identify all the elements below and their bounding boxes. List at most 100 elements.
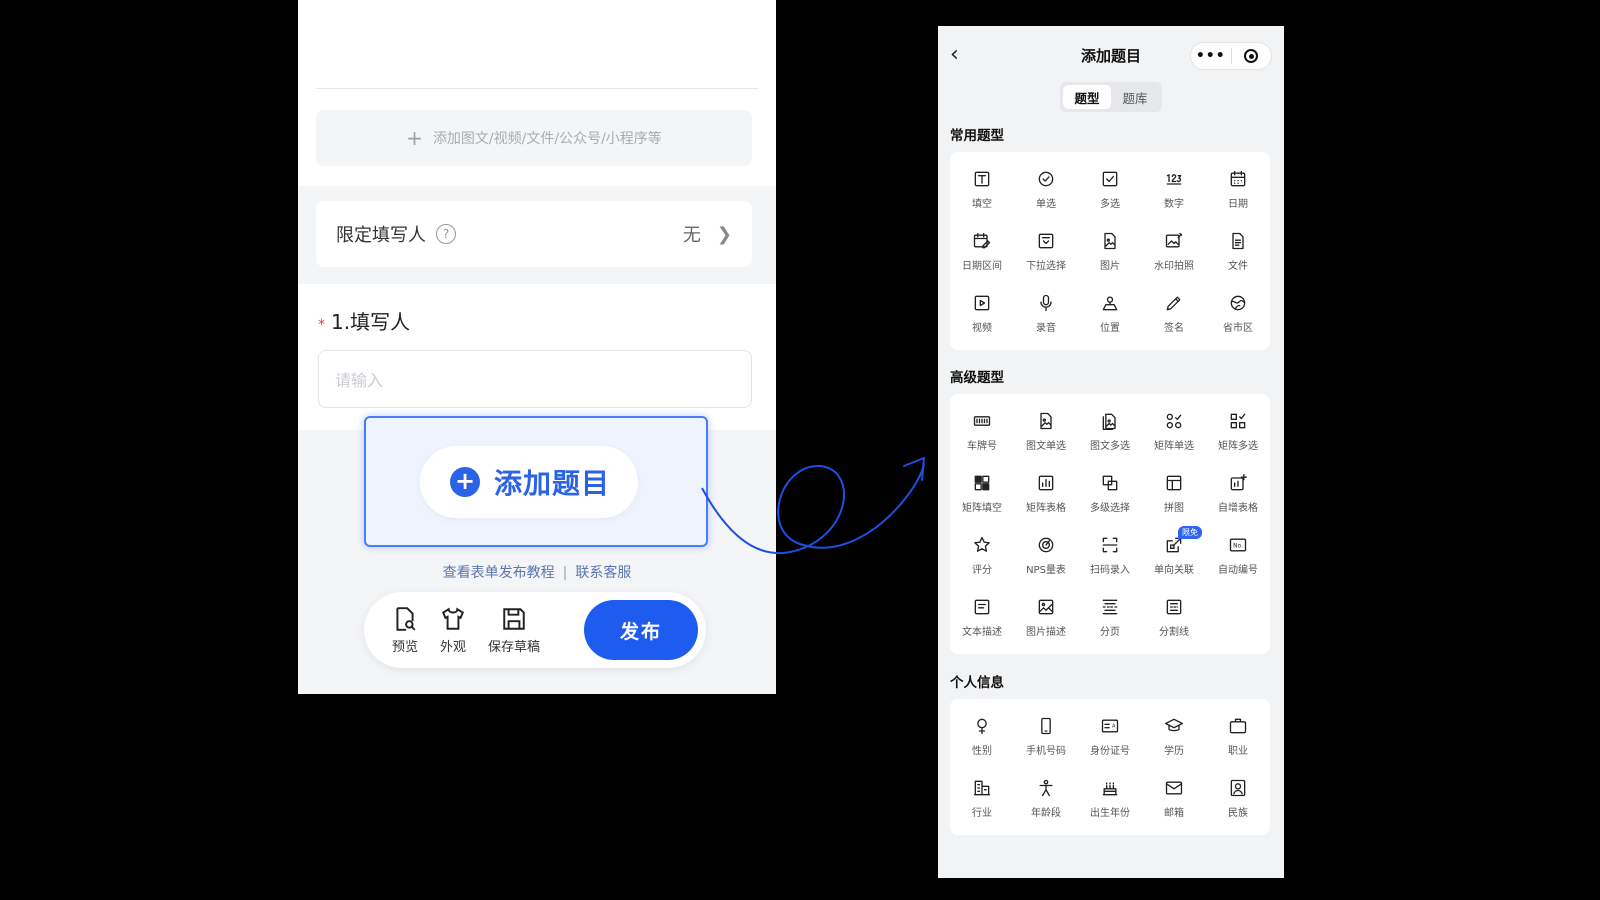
question-type-radio-check[interactable]: 单选 [1014, 158, 1078, 220]
question-type-label: NPS量表 [1026, 564, 1066, 576]
video-icon [974, 295, 990, 310]
divider-icon [1166, 599, 1182, 614]
add-attachment-button[interactable]: + 添加图文/视频/文件/公众号/小程序等 [316, 110, 752, 166]
question-type-cascade[interactable]: 多级选择 [1078, 462, 1142, 524]
question-type-mail[interactable]: 邮箱 [1142, 767, 1206, 829]
question-type-image-file[interactable]: 图片 [1078, 220, 1142, 282]
question-type-number[interactable]: 数字 [1142, 158, 1206, 220]
question-type-microphone[interactable]: 录音 [1014, 282, 1078, 344]
question-type-matrix-multi[interactable]: 矩阵多选 [1206, 400, 1270, 462]
gauge-icon [1038, 537, 1054, 552]
common-types-grid: 填空 单选 多选 数字 日期日期区间 下拉选择 图片 水印拍照 文件视频 录音 位置 签名 省市区 [950, 152, 1270, 350]
question-type-label: 拼图 [1164, 502, 1184, 514]
section-title-personal: 个人信息 [950, 675, 1004, 691]
add-question-button[interactable]: + 添加题目 [420, 446, 638, 518]
question-type-label: 分割线 [1159, 626, 1189, 638]
radio-check-icon [1038, 171, 1054, 186]
question-type-label: 性别 [972, 745, 992, 757]
question-type-link-out[interactable]: 单向关联 限免 [1142, 524, 1206, 586]
question-type-matrix-fill[interactable]: 矩阵填空 [950, 462, 1014, 524]
close-target-icon[interactable] [1231, 49, 1271, 63]
phone-icon [1041, 717, 1051, 734]
question-type-cake[interactable]: 出生年份 [1078, 767, 1142, 829]
contact-support-link[interactable]: 联系客服 [575, 565, 631, 581]
question-type-dropdown[interactable]: 下拉选择 [1014, 220, 1078, 282]
question-type-star[interactable]: 评分 [950, 524, 1014, 586]
publish-button[interactable]: 发布 [584, 600, 698, 660]
globe-icon [1230, 295, 1246, 310]
question-type-label: 水印拍照 [1154, 260, 1194, 272]
question-type-globe[interactable]: 省市区 [1206, 282, 1270, 344]
question-type-person[interactable]: 年龄段 [1014, 767, 1078, 829]
question-type-calendar[interactable]: 日期 [1206, 158, 1270, 220]
question-type-divider[interactable]: 分割线 [1142, 586, 1206, 648]
question-type-label: 图文多选 [1090, 440, 1130, 452]
tab-question-types[interactable]: 题型 [1063, 85, 1111, 109]
question-type-gauge[interactable]: NPS量表 [1014, 524, 1078, 586]
question-type-number-no[interactable]: No. 自动编号 [1206, 524, 1270, 586]
question-type-gender[interactable]: 性别 [950, 705, 1014, 767]
question-type-label: 自动编号 [1218, 564, 1258, 576]
matrix-single-icon [1166, 413, 1182, 428]
question-type-license-plate[interactable]: 车牌号 [950, 400, 1014, 462]
tab-question-bank[interactable]: 题库 [1111, 85, 1159, 109]
appearance-button[interactable]: 外观 [440, 606, 466, 655]
question-type-label: 邮箱 [1164, 807, 1184, 819]
question-type-portrait[interactable]: 民族 [1206, 767, 1270, 829]
date-range-icon [973, 232, 991, 248]
question-type-location[interactable]: 位置 [1078, 282, 1142, 344]
personal-info-grid: 性别 手机号码 A 身份证号 学历 职业行业 年龄段 出生年份 邮箱 民族 [950, 699, 1270, 835]
question-type-label: 矩阵填空 [962, 502, 1002, 514]
question-type-image-text-single[interactable]: 图文单选 [1014, 400, 1078, 462]
respondent-input[interactable]: 请输入 [318, 350, 752, 408]
question-type-label: 多级选择 [1090, 502, 1130, 514]
preview-button[interactable]: 预览 [392, 606, 418, 655]
question-type-scan[interactable]: 扫码录入 [1078, 524, 1142, 586]
question-type-date-range[interactable]: 日期区间 [950, 220, 1014, 282]
question-type-auto-table[interactable]: 自增表格 [1206, 462, 1270, 524]
cascade-icon [1102, 475, 1118, 490]
save-draft-label: 保存草稿 [488, 639, 541, 655]
save-draft-button[interactable]: 保存草稿 [488, 606, 540, 655]
number-icon [1166, 173, 1182, 185]
nav-bar: ‹ 添加题目 ••• [938, 26, 1284, 84]
question-type-text-box[interactable]: 填空 [950, 158, 1014, 220]
image-text-multi-icon [1102, 413, 1116, 430]
question-type-file[interactable]: 文件 [1206, 220, 1270, 282]
question-type-briefcase[interactable]: 职业 [1206, 705, 1270, 767]
image-file-icon [1104, 232, 1116, 249]
question-type-matrix-table[interactable]: 矩阵表格 [1014, 462, 1078, 524]
tutorial-link[interactable]: 查看表单发布教程 [443, 565, 555, 581]
add-question-label: 添加题目 [494, 467, 611, 500]
image-text-single-icon [1040, 412, 1052, 429]
microphone-icon [1040, 294, 1052, 311]
question-type-phone[interactable]: 手机号码 [1014, 705, 1078, 767]
file-icon [1232, 232, 1244, 249]
question-title-text: 1.填写人 [331, 310, 411, 334]
question-type-label: 矩阵表格 [1026, 502, 1066, 514]
question-type-id-card[interactable]: A 身份证号 [1078, 705, 1142, 767]
question-type-pen[interactable]: 签名 [1142, 282, 1206, 344]
limit-respondent-value: 无 [682, 225, 701, 246]
question-type-page-break[interactable]: 分页 [1078, 586, 1142, 648]
limit-respondent-row[interactable]: 限定填写人 ? 无 ❯ [316, 201, 752, 267]
question-type-image-text-multi[interactable]: 图文多选 [1078, 400, 1142, 462]
layout-icon [1166, 475, 1182, 490]
add-question-highlight: + 添加题目 [364, 416, 708, 547]
question-type-building[interactable]: 行业 [950, 767, 1014, 829]
question-type-watermark-photo[interactable]: 水印拍照 [1142, 220, 1206, 282]
question-type-label: 车牌号 [967, 440, 997, 452]
pen-icon [1166, 296, 1181, 310]
question-type-image-desc[interactable]: 图片描述 [1014, 586, 1078, 648]
question-type-checkbox[interactable]: 多选 [1078, 158, 1142, 220]
question-type-text-desc[interactable]: 文本描述 [950, 586, 1014, 648]
question-type-matrix-single[interactable]: 矩阵单选 [1142, 400, 1206, 462]
question-type-graduation-cap[interactable]: 学历 [1142, 705, 1206, 767]
section-title-advanced: 高级题型 [950, 370, 1004, 386]
question-type-layout[interactable]: 拼图 [1142, 462, 1206, 524]
question-type-video[interactable]: 视频 [950, 282, 1014, 344]
more-icon[interactable]: ••• [1191, 48, 1231, 64]
preview-label: 预览 [392, 639, 419, 655]
question-card[interactable]: * 1.填写人 请输入 [298, 284, 776, 430]
help-icon[interactable]: ? [436, 224, 456, 244]
